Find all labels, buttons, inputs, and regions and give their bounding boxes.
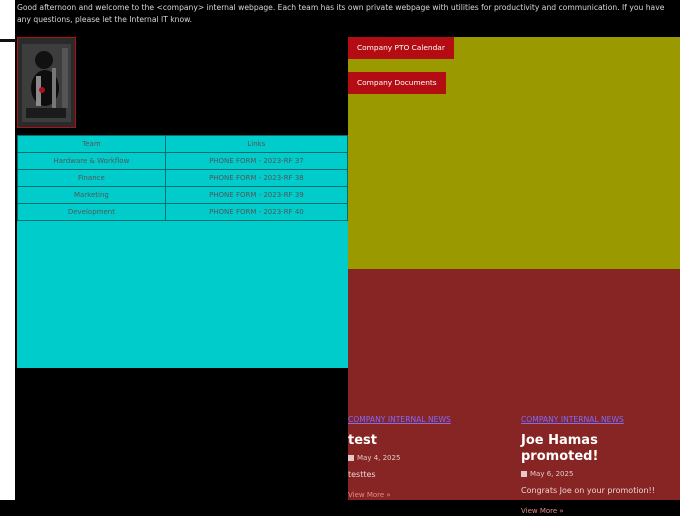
table-cell-link[interactable]: PHONE FORM - 2023-RF 39 — [164, 186, 349, 204]
news-category-link[interactable]: COMPANY INTERNAL NEWS — [521, 414, 676, 426]
table-cell-link[interactable]: PHONE FORM - 2023-RF 38 — [164, 169, 349, 187]
news-excerpt: testtes — [348, 470, 376, 479]
table-cell-team: Marketing — [17, 186, 166, 204]
news-card: COMPANY INTERNAL NEWS Joe Hamas promoted… — [521, 414, 676, 516]
table-row: Hardware & Workflow PHONE FORM - 2023-RF… — [17, 152, 349, 170]
news-title[interactable]: test — [348, 433, 508, 449]
pto-calendar-button[interactable]: Company PTO Calendar — [348, 37, 454, 59]
logo-overlay-bar — [0, 39, 16, 42]
news-date-row: May 4, 2025 — [348, 453, 508, 463]
table-header-team: Team — [17, 135, 166, 153]
news-category-link[interactable]: COMPANY INTERNAL NEWS — [348, 414, 508, 426]
table-cell-link[interactable]: PHONE FORM - 2023-RF 40 — [164, 203, 349, 221]
table-cell-team: Hardware & Workflow — [17, 152, 166, 170]
table-header-row: Team Links — [17, 135, 349, 153]
news-date: May 4, 2025 — [357, 454, 401, 462]
table-row: Marketing PHONE FORM - 2023-RF 39 — [17, 186, 349, 204]
logo-artwork — [18, 38, 75, 127]
table-row: Finance PHONE FORM - 2023-RF 38 — [17, 169, 349, 187]
team-links-table: Team Links Hardware & Workflow PHONE FOR… — [17, 135, 349, 221]
table-header-links: Links — [164, 135, 349, 153]
view-more-link[interactable]: View More » — [348, 490, 508, 500]
news-card: COMPANY INTERNAL NEWS test May 4, 2025 t… — [348, 414, 508, 500]
news-title[interactable]: Joe Hamas promoted! — [521, 433, 676, 465]
news-date-row: May 6, 2025 — [521, 469, 676, 479]
news-date: May 6, 2025 — [530, 470, 574, 478]
view-more-link[interactable]: View More » — [521, 506, 676, 516]
table-cell-team: Finance — [17, 169, 166, 187]
table-cell-link[interactable]: PHONE FORM - 2023-RF 37 — [164, 152, 349, 170]
calendar-icon — [348, 455, 354, 461]
calendar-icon — [521, 471, 527, 477]
news-excerpt: Congrats Joe on your promotion!! — [521, 486, 655, 495]
welcome-text: Good afternoon and welcome to the <compa… — [17, 3, 665, 24]
table-row: Development PHONE FORM - 2023-RF 40 — [17, 203, 349, 221]
left-edge-strip — [0, 0, 15, 500]
company-documents-button[interactable]: Company Documents — [348, 72, 446, 94]
company-logo — [17, 37, 76, 128]
table-cell-team: Development — [17, 203, 166, 221]
